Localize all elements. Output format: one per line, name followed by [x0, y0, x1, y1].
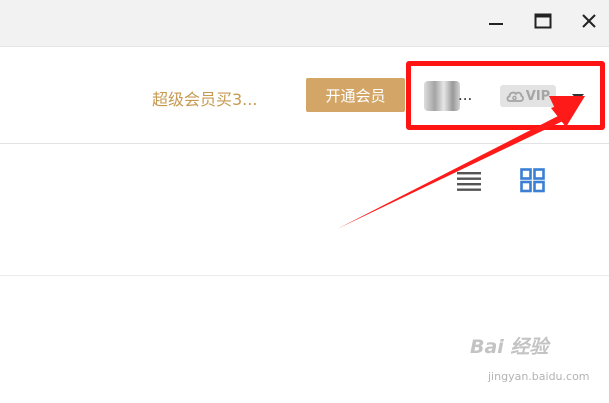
close-icon — [582, 14, 596, 28]
list-view-icon[interactable] — [454, 166, 484, 194]
cloud-icon — [506, 91, 524, 102]
caret-down-icon[interactable] — [570, 89, 586, 105]
grid-view-icon[interactable] — [518, 166, 548, 194]
vip-promo-link[interactable]: 超级会员买3... — [152, 86, 257, 110]
app-window: 超级会员买3... 开通会员 ... VIP Bai 经验 jingyan.ba… — [0, 0, 609, 403]
open-vip-button[interactable]: 开通会员 — [306, 78, 405, 112]
username: ... — [458, 86, 473, 104]
close-button[interactable] — [572, 6, 606, 36]
baidu-jingyan-watermark: Bai 经验 jingyan.baidu.com — [470, 332, 602, 390]
title-bar — [0, 0, 609, 47]
minimize-button[interactable] — [479, 6, 513, 36]
user-menu[interactable]: ... VIP — [418, 77, 594, 117]
maximize-icon — [534, 13, 552, 29]
vip-label: VIP — [525, 88, 551, 104]
vip-badge: VIP — [500, 85, 556, 107]
maximize-button[interactable] — [526, 6, 560, 36]
top-header: 超级会员买3... 开通会员 ... VIP — [0, 47, 609, 144]
file-toolbar — [0, 144, 609, 276]
watermark-logo: Bai 经验 — [470, 336, 549, 358]
watermark-url: jingyan.baidu.com — [488, 370, 590, 383]
minimize-icon — [489, 23, 503, 25]
avatar — [424, 81, 460, 111]
